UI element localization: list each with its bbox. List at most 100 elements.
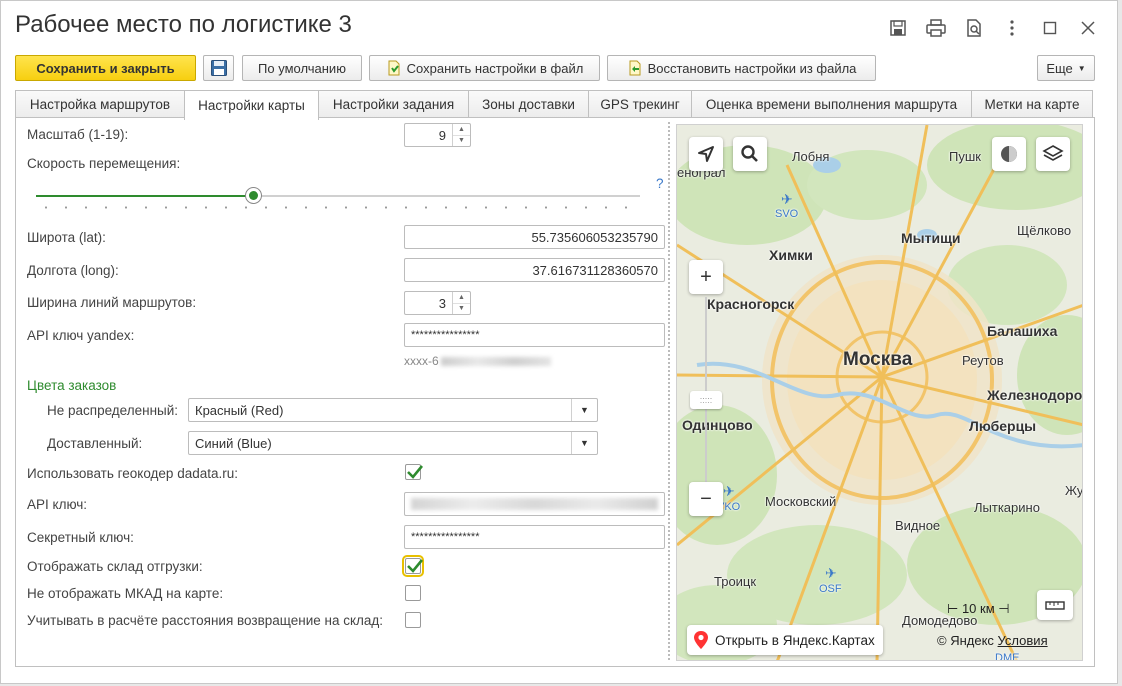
secret-input[interactable]: **************** [404,525,665,549]
scale-stepper[interactable]: 9 ▲ ▼ [404,123,471,147]
open-yandex-maps-label: Открыть в Яндекс.Картах [715,632,875,648]
save-button[interactable] [203,55,234,81]
tab-delivery-zones[interactable]: Зоны доставки [468,90,589,118]
api-key-label: API ключ: [27,497,88,512]
maximize-icon[interactable] [1031,15,1069,41]
preview-icon[interactable] [955,15,993,41]
city-label-krasnogorsk: Красногорск [707,296,795,312]
save-close-button[interactable]: Сохранить и закрыть [15,55,196,81]
zoom-handle[interactable]: ::::: [690,391,722,409]
restore-file-icon [627,60,643,76]
default-button[interactable]: По умолчанию [242,55,362,81]
lat-input[interactable]: 55.735606053235790 [404,225,665,249]
line-width-spin-buttons[interactable]: ▲ ▼ [452,292,470,314]
scale-spin-buttons[interactable]: ▲ ▼ [452,124,470,146]
dropdown-arrow-icon: ▼ [1077,63,1086,73]
more-vertical-icon[interactable] [993,15,1031,41]
city-label-moscow: Москва [843,349,913,370]
api-yandex-hint: xxxx-6 [404,354,551,368]
yandex-map[interactable]: енограл Лобня Пушк Химки Мытищи Щёлково … [676,124,1083,661]
api-yandex-hint-redacted [440,357,551,367]
window-controls [879,15,1107,41]
geolocation-button[interactable] [689,137,723,171]
open-yandex-maps-button[interactable]: Открыть в Яндекс.Картах [687,625,883,655]
city-label-zheleznodorozhny: Железнодорож [987,387,1083,403]
use-dadata-checkbox[interactable] [405,464,424,480]
city-label-vidnoe: Видное [895,518,941,533]
speed-slider[interactable] [36,186,640,212]
city-label-zhukovsky: Жу [1065,483,1083,498]
airport-label-svo: SVO [775,208,799,220]
zoom-out-button[interactable]: − [689,482,723,516]
show-warehouse-checkbox[interactable] [402,555,424,577]
more-label: Еще [1046,60,1073,76]
delivered-select[interactable]: Синий (Blue) ▼ [188,431,598,455]
return-warehouse-checkbox[interactable] [405,612,421,628]
spin-up-icon[interactable]: ▲ [453,292,470,303]
city-label-balashikha: Балашиха [987,323,1058,339]
zoom-in-button[interactable]: + [689,260,723,294]
spin-down-icon[interactable]: ▼ [453,134,470,147]
city-label-pushkino: Пушк [949,149,981,164]
tab-map-markers[interactable]: Метки на карте [971,90,1093,118]
api-key-input[interactable] [404,492,665,516]
speed-help-link[interactable]: ? [656,176,664,191]
line-width-label: Ширина линий маршрутов: [27,295,197,310]
city-label-lytkarino: Лыткарино [974,500,1040,515]
traffic-icon [1001,146,1017,162]
scale-bar-label: 10 км [961,601,995,616]
map-copyright: © Яндекс Условия [937,633,1048,648]
layers-icon [1042,145,1064,161]
close-icon[interactable] [1069,15,1107,41]
traffic-button[interactable] [992,137,1026,171]
app-window: Рабочее место по логистике 3 Сохранить и… [0,0,1118,684]
window-title: Рабочее место по логистике 3 [15,11,352,38]
chevron-down-icon[interactable]: ▼ [571,399,597,421]
restore-settings-file-label: Восстановить настройки из файла [647,60,857,76]
save-icon[interactable] [879,15,917,41]
tab-task-settings[interactable]: Настройки задания [318,90,469,118]
save-file-icon [386,60,402,76]
tab-bar: Настройка маршрутов Настройки карты Наст… [15,90,1093,120]
spin-down-icon[interactable]: ▼ [453,302,470,315]
city-label-mytishchi: Мытищи [901,230,961,246]
ruler-button[interactable] [1037,590,1073,620]
chevron-down-icon[interactable]: ▼ [571,432,597,454]
save-settings-file-button[interactable]: Сохранить настройки в файл [369,55,600,81]
tab-gps-tracking[interactable]: GPS трекинг [588,90,692,118]
terms-link[interactable]: Условия [998,633,1048,648]
panel-splitter[interactable] [668,122,670,662]
slider-thumb[interactable] [245,187,262,204]
layers-button[interactable] [1036,137,1070,171]
order-colors-title: Цвета заказов [27,378,117,393]
api-key-redacted [411,498,658,510]
tab-route-time-estimate[interactable]: Оценка времени выполнения маршрута [691,90,972,118]
city-label-lyubertsy: Люберцы [969,418,1037,434]
hide-mkad-checkbox[interactable] [405,585,421,601]
checkmark-icon [407,559,424,573]
spin-up-icon[interactable]: ▲ [453,124,470,135]
floppy-icon [210,60,227,76]
tab-route-settings[interactable]: Настройка маршрутов [15,90,185,118]
city-label-reutov: Реутов [962,353,1004,368]
tab-map-settings[interactable]: Настройки карты [184,90,319,120]
hide-mkad-label: Не отображать МКАД на карте: [27,586,224,601]
city-label-lobnya: Лобня [792,149,830,164]
use-dadata-label: Использовать геокодер dadata.ru: [27,466,238,481]
lon-input[interactable]: 37.616731128360570 [404,258,665,282]
line-width-stepper[interactable]: 3 ▲ ▼ [404,291,471,315]
map-search-button[interactable] [733,137,767,171]
secret-label: Секретный ключ: [27,530,134,545]
not-distributed-label: Не распределенный: [47,403,179,418]
return-warehouse-label: Учитывать в расчёте расстояния возвращен… [27,613,384,628]
restore-settings-file-button[interactable]: Восстановить настройки из файла [607,55,876,81]
print-icon[interactable] [917,15,955,41]
more-button[interactable]: Еще ▼ [1037,55,1095,81]
api-yandex-input[interactable]: **************** [404,323,665,347]
city-label-moskovsky: Московский [765,494,837,509]
ruler-icon [1045,601,1065,610]
lat-label: Широта (lat): [27,230,106,245]
show-warehouse-label: Отображать склад отгрузки: [27,559,203,574]
slider-ticks [36,206,640,209]
not-distributed-select[interactable]: Красный (Red) ▼ [188,398,598,422]
